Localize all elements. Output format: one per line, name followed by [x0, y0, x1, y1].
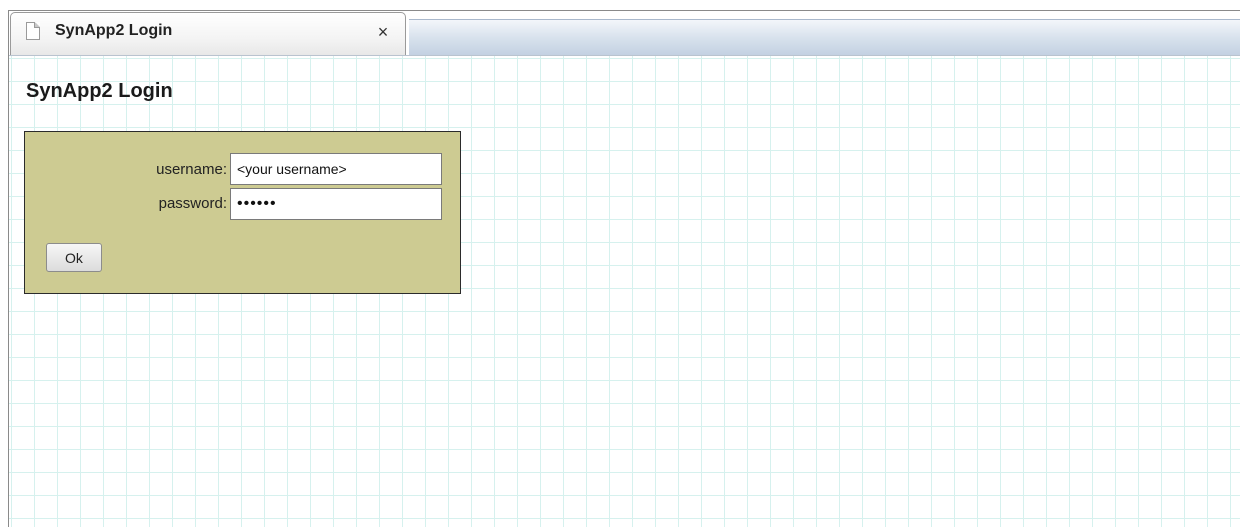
- ok-button[interactable]: Ok: [46, 243, 102, 272]
- tab-strip-background: [409, 19, 1240, 56]
- username-field[interactable]: [230, 153, 442, 185]
- username-label: username:: [156, 161, 227, 178]
- tab-synapp2-login[interactable]: SynApp2 Login ×: [10, 12, 406, 55]
- password-field[interactable]: [230, 188, 442, 220]
- close-icon[interactable]: ×: [373, 22, 393, 42]
- page-icon: [26, 22, 40, 40]
- tab-strip: SynApp2 Login ×: [9, 11, 1240, 56]
- password-label: password:: [158, 195, 227, 212]
- page-title: SynApp2 Login: [26, 80, 173, 102]
- tab-title: SynApp2 Login: [55, 22, 173, 39]
- login-panel: username: password: Ok: [24, 131, 461, 294]
- browser-window: SynApp2 Login × SynApp2 Login username: …: [8, 10, 1240, 527]
- page-content: SynApp2 Login username: password: Ok: [9, 55, 1240, 527]
